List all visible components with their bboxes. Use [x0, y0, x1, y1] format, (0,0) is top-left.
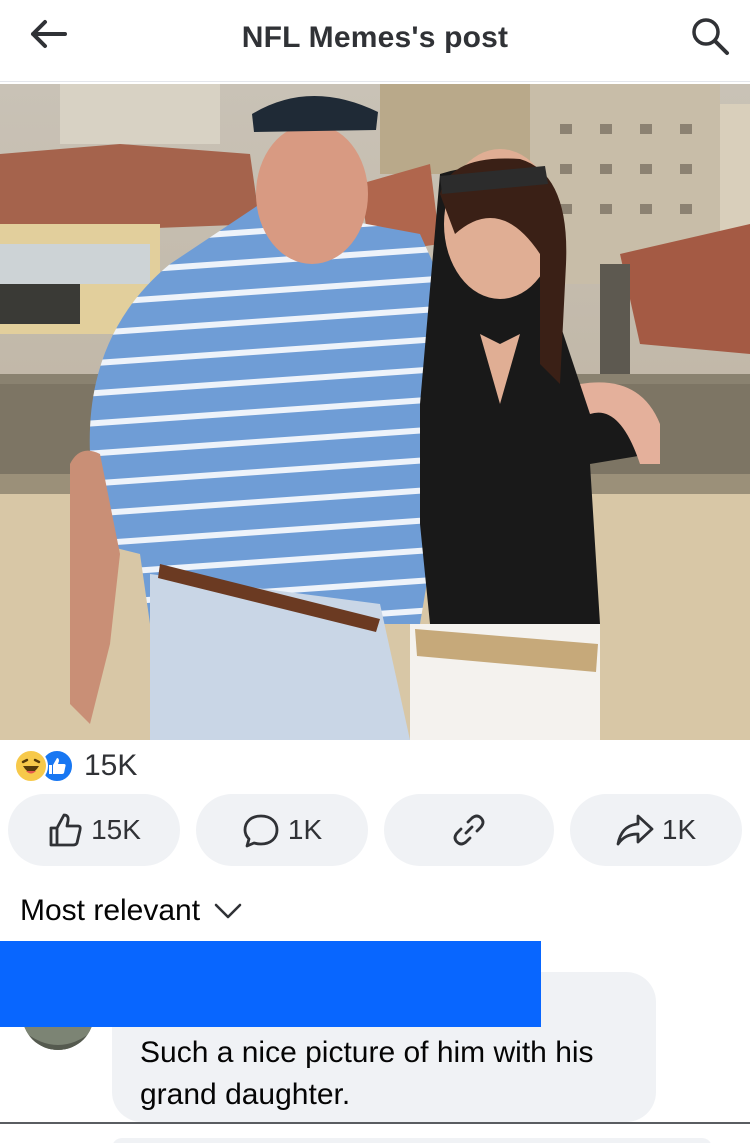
chevron-down-icon	[214, 903, 242, 919]
thumbs-up-icon	[49, 813, 82, 847]
comment-sort-label: Most relevant	[20, 894, 201, 927]
redaction-box	[0, 941, 541, 1027]
post-photo[interactable]	[0, 84, 750, 740]
comment-count: 1K	[287, 814, 323, 845]
reaction-summary[interactable]: 15K	[14, 748, 137, 784]
comment-input[interactable]	[112, 1138, 712, 1143]
search-icon	[692, 18, 729, 55]
share-count: 1K	[661, 814, 697, 845]
top-bar: NFL Memes's post	[0, 0, 750, 82]
comment-button[interactable]: 1K	[196, 794, 368, 866]
like-count: 15K	[91, 814, 141, 845]
comment-sort-dropdown[interactable]: Most relevant	[20, 894, 242, 928]
comment-text: Such a nice picture of him with his gran…	[140, 1036, 594, 1111]
comment-composer-bar	[0, 1124, 750, 1143]
post-screen: NFL Memes's post 15K 15K 1K 1K Most rele…	[0, 0, 750, 1143]
share-icon	[616, 814, 654, 846]
arrow-left-icon	[31, 20, 67, 48]
share-button[interactable]: 1K	[570, 794, 742, 866]
copy-link-button[interactable]	[384, 794, 554, 866]
link-icon	[453, 814, 485, 846]
photo-illustration	[0, 84, 750, 740]
search-button[interactable]	[684, 10, 736, 62]
haha-reaction-icon	[14, 749, 48, 783]
like-button[interactable]: 15K	[8, 794, 180, 866]
reaction-count: 15K	[84, 749, 138, 782]
page-title: NFL Memes's post	[241, 20, 509, 54]
comment-icon	[243, 814, 279, 848]
back-button[interactable]	[22, 14, 74, 54]
post-actions: 15K 1K 1K	[0, 794, 750, 866]
